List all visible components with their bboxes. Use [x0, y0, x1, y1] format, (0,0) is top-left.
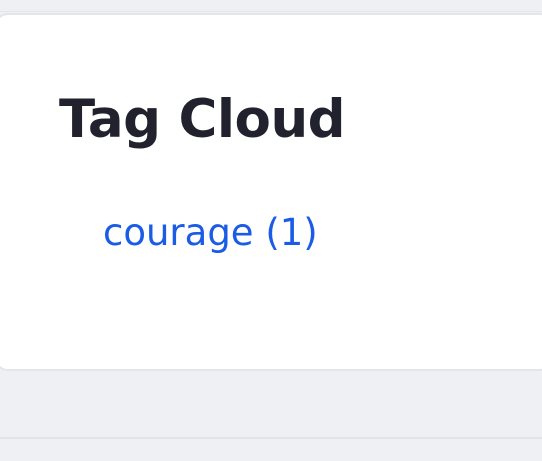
tag-link-courage[interactable]: courage (1) — [103, 211, 318, 255]
tag-cloud-list: courage (1) — [103, 211, 318, 255]
next-widget-edge — [0, 437, 542, 461]
widget-title: Tag Cloud — [59, 89, 346, 150]
tag-cloud-widget — [0, 13, 542, 371]
tag-cloud-item: courage (1) — [103, 211, 318, 255]
top-page-edge — [0, 0, 542, 12]
